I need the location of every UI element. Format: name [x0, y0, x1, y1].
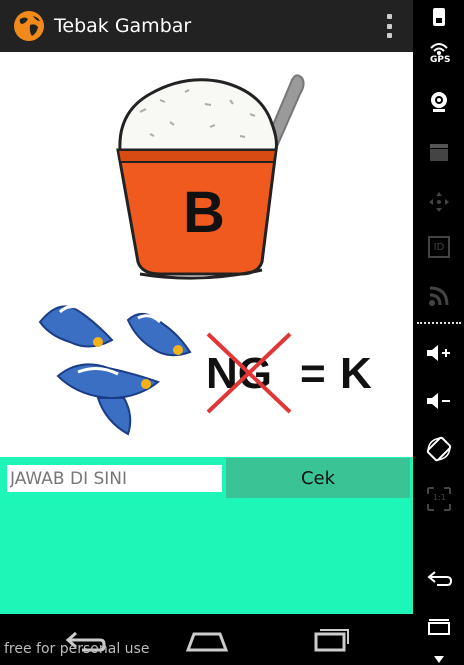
crossed-letters: NG — [206, 349, 272, 398]
gps-icon[interactable]: GPS — [421, 38, 457, 68]
video-clapper-icon[interactable] — [421, 137, 457, 167]
puzzle-image: B NG = K — [0, 52, 413, 457]
app-screen: Tebak Gambar B NG = K JAWAB DI SINI Cek — [0, 0, 413, 614]
gps-label: GPS — [430, 55, 451, 65]
rss-icon[interactable] — [421, 281, 457, 311]
id-label: ID — [433, 241, 445, 253]
id-icon[interactable]: ID — [421, 232, 457, 262]
sidebar-divider — [417, 322, 461, 324]
overflow-menu-icon[interactable] — [385, 14, 393, 38]
birds-drawing — [38, 305, 192, 436]
empty-area — [0, 499, 413, 614]
volume-down-icon[interactable] — [421, 386, 457, 416]
watermark: free for personal use — [4, 641, 150, 657]
globe-icon[interactable] — [13, 10, 45, 42]
bowl-rim — [116, 149, 278, 163]
menu-icon[interactable] — [421, 613, 457, 643]
webcam-icon[interactable] — [421, 87, 457, 117]
scale-label: 1:1 — [433, 493, 446, 502]
scale-icon[interactable]: 1:1 — [421, 484, 457, 514]
answer-input[interactable] — [7, 465, 222, 492]
emulator-sidebar: GPS ID 1:1 — [413, 0, 464, 665]
back-icon[interactable] — [421, 564, 457, 594]
scroll-down-icon[interactable] — [421, 644, 457, 665]
dpad-icon[interactable] — [421, 187, 457, 217]
bowl-letter: B — [183, 180, 225, 245]
action-bar: Tebak Gambar — [0, 0, 413, 52]
equals-sign: = — [300, 349, 326, 398]
app-title: Tebak Gambar — [54, 15, 192, 37]
navigation-bar — [0, 614, 413, 665]
recents-icon[interactable] — [304, 626, 354, 654]
check-button[interactable]: Cek — [226, 458, 410, 498]
result-letter: K — [340, 349, 372, 398]
answer-row: Cek — [0, 457, 413, 499]
home-icon[interactable] — [182, 626, 232, 654]
volume-up-icon[interactable] — [421, 338, 457, 368]
rotate-icon[interactable] — [421, 434, 457, 464]
phone-icon[interactable] — [421, 2, 457, 32]
